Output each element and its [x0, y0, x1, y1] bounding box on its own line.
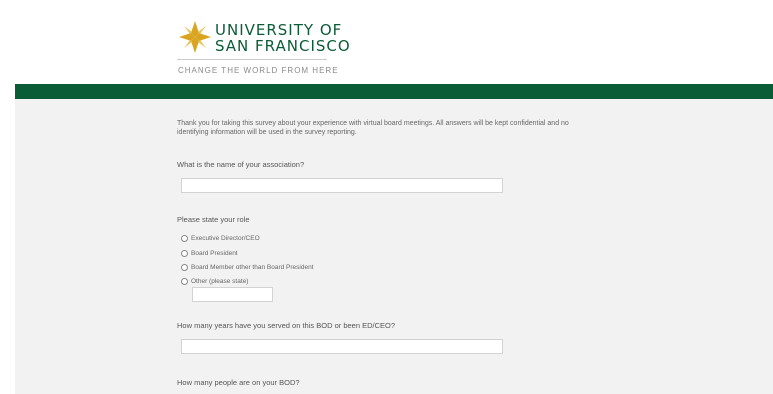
radio-button[interactable] [181, 235, 188, 242]
question-association-name-label: What is the name of your association? [177, 160, 305, 169]
role-other-input[interactable] [192, 287, 273, 302]
years-served-input[interactable] [181, 339, 503, 354]
question-role-label: Please state your role [177, 215, 250, 224]
role-option-other[interactable]: Other (please state) [181, 278, 248, 285]
survey-panel: Thank you for taking this survey about y… [15, 99, 773, 394]
role-option-label: Board Member other than Board President [191, 264, 314, 271]
question-board-size-label: How many people are on your BOD? [177, 378, 300, 387]
radio-button[interactable] [181, 264, 188, 271]
role-option-label: Other (please state) [191, 278, 249, 285]
association-name-input[interactable] [181, 178, 503, 193]
university-logo[interactable]: UNIVERSITY OF SAN FRANCISCO CHANGE THE W… [177, 19, 350, 79]
tagline: CHANGE THE WORLD FROM HERE [178, 66, 339, 75]
role-option-board-member[interactable]: Board Member other than Board President [181, 264, 313, 271]
role-option-label: Board President [191, 250, 238, 257]
question-years-served-label: How many years have you served on this B… [177, 321, 396, 330]
radio-button[interactable] [181, 278, 188, 285]
radio-button[interactable] [181, 250, 188, 257]
survey-intro-text: Thank you for taking this survey about y… [177, 120, 569, 136]
role-option-board-president[interactable]: Board President [181, 250, 238, 257]
role-option-executive-director[interactable]: Executive Director/CEO [181, 235, 260, 242]
usf-cross-logo-icon [179, 21, 211, 53]
header-green-bar [15, 84, 773, 99]
logo-text-san-francisco: SAN FRANCISCO [215, 37, 351, 55]
role-option-label: Executive Director/CEO [191, 235, 260, 242]
logo-divider [177, 59, 327, 60]
site-header: UNIVERSITY OF SAN FRANCISCO CHANGE THE W… [0, 0, 773, 84]
